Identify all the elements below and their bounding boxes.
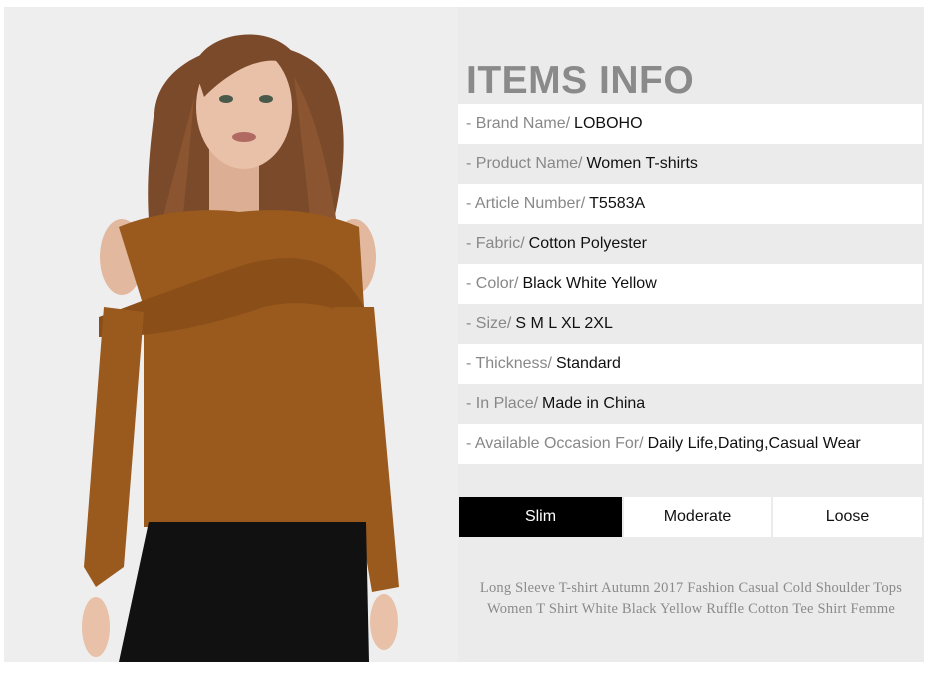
model-photo-illustration bbox=[4, 7, 458, 662]
spec-value: S M L XL 2XL bbox=[515, 315, 613, 332]
spec-value: Cotton Polyester bbox=[528, 235, 647, 252]
spec-row-article-number: - Article Number/ T5583A bbox=[458, 184, 922, 224]
fit-option-moderate[interactable]: Moderate bbox=[624, 497, 771, 537]
spec-row-in-place: - In Place/ Made in China bbox=[458, 384, 922, 424]
items-info-panel: ITEMS INFO - Brand Name/ LOBOHO - Produc… bbox=[458, 7, 924, 662]
fit-option-loose[interactable]: Loose bbox=[773, 497, 922, 537]
spec-row-occasion: - Available Occasion For/ Daily Life,Dat… bbox=[458, 424, 922, 464]
spec-label: - Color/ bbox=[466, 275, 519, 292]
spec-list: - Brand Name/ LOBOHO - Product Name/ Wom… bbox=[458, 104, 922, 464]
spec-value: T5583A bbox=[589, 195, 646, 212]
spec-row-brand: - Brand Name/ LOBOHO bbox=[458, 104, 922, 144]
spec-row-product-name: - Product Name/ Women T-shirts bbox=[458, 144, 922, 184]
spec-value: Black White Yellow bbox=[522, 275, 657, 292]
spec-row-fabric: - Fabric/ Cotton Polyester bbox=[458, 224, 922, 264]
product-description: Long Sleeve T-shirt Autumn 2017 Fashion … bbox=[458, 578, 924, 620]
fit-option-slim[interactable]: Slim bbox=[459, 497, 622, 537]
product-photo bbox=[4, 7, 458, 662]
spec-value: Made in China bbox=[542, 395, 646, 412]
spec-label: - Brand Name/ bbox=[466, 115, 571, 132]
description-line: Women T Shirt White Black Yellow Ruffle … bbox=[486, 601, 895, 617]
spec-row-size: - Size/ S M L XL 2XL bbox=[458, 304, 922, 344]
items-info-title: ITEMS INFO bbox=[466, 59, 695, 102]
spec-label: - In Place/ bbox=[466, 395, 539, 412]
spec-row-thickness: - Thickness/ Standard bbox=[458, 344, 922, 384]
spec-value: Standard bbox=[555, 355, 621, 372]
spec-label: - Fabric/ bbox=[466, 235, 525, 252]
spec-label: - Thickness/ bbox=[466, 355, 552, 372]
fit-selector: Slim Moderate Loose bbox=[459, 497, 922, 537]
spec-value: Women T-shirts bbox=[586, 155, 698, 172]
spec-label: - Article Number/ bbox=[466, 195, 586, 212]
spec-label: - Size/ bbox=[466, 315, 512, 332]
spec-row-color: - Color/ Black White Yellow bbox=[458, 264, 922, 304]
description-line: Long Sleeve T-shirt Autumn 2017 Fashion … bbox=[479, 580, 903, 596]
spec-value: Daily Life,Dating,Casual Wear bbox=[647, 435, 861, 452]
spec-label: - Available Occasion For/ bbox=[466, 435, 644, 452]
spec-value: LOBOHO bbox=[574, 115, 643, 132]
spec-label: - Product Name/ bbox=[466, 155, 583, 172]
